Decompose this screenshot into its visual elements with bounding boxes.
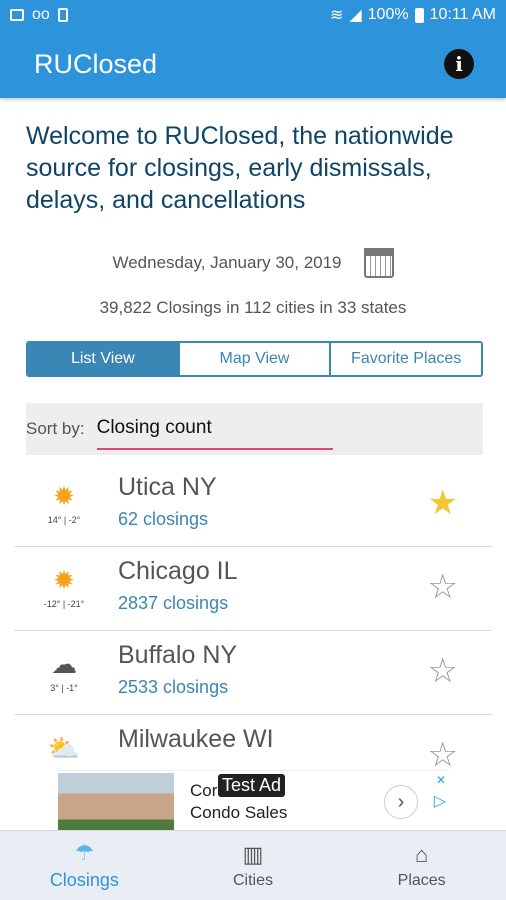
bottom-nav: ☂ Closings ▥ Cities ⌂ Places (0, 830, 506, 900)
closing-count: 2837 closings (118, 593, 229, 613)
status-right: ≋ ◢ 100% 10:11 AM (330, 5, 496, 25)
signal-icon: ◢ (349, 7, 362, 24)
closings-summary: 39,822 Closings in 112 cities in 33 stat… (99, 298, 407, 317)
info-icon[interactable]: i (444, 49, 474, 79)
sd-card-icon (57, 8, 68, 22)
battery-icon (414, 7, 424, 23)
closing-count: 2533 closings (118, 677, 229, 697)
nav-closings[interactable]: ☂ Closings (0, 831, 169, 900)
nav-label: Cities (233, 871, 274, 889)
partly-cloudy-icon: ⛅ (47, 733, 81, 763)
city-name: Utica NY (118, 473, 217, 501)
city-row[interactable]: ✹ -12° | -21° Chicago IL 2837 closings ☆ (14, 547, 492, 631)
sun-icon: ✹ (53, 565, 75, 595)
app-title: RUClosed (34, 48, 158, 79)
city-row[interactable]: ✹ 14° | -2° Utica NY 62 closings ★ (14, 463, 492, 547)
calendar-icon[interactable] (363, 248, 394, 278)
voicemail-icon: ᴏᴏ (32, 6, 50, 23)
ad-subline: Condo Sales (190, 803, 288, 822)
nav-label: Places (397, 871, 446, 889)
weather-block: ⛅ (34, 733, 94, 770)
temperature: 3° | -1° (50, 683, 78, 693)
closing-count: 62 closings (118, 509, 209, 529)
city-name: Buffalo NY (118, 641, 238, 669)
snow-icon: ☁ (51, 649, 77, 679)
welcome-text: Welcome to RUClosed, the nationwide sour… (26, 122, 454, 214)
sort-label: Sort by: (26, 419, 85, 438)
places-icon: ⌂ (415, 841, 429, 867)
temperature: -12° | -21° (43, 599, 85, 609)
ad-image (58, 773, 174, 831)
date-row: Wednesday, January 30, 2019 (0, 248, 506, 278)
ad-banner[interactable]: Cor Test Ad Condo Sales › ✕ ▷ (58, 770, 450, 831)
favorite-star-icon[interactable]: ☆ (428, 737, 458, 770)
city-name: Milwaukee WI (118, 725, 274, 753)
app-bar: RUClosed i (0, 30, 506, 98)
tab-favorite-places[interactable]: Favorite Places (331, 343, 481, 375)
city-row[interactable]: ⛅ Milwaukee WI ☆ (14, 715, 492, 770)
ad-headline: Cor (190, 781, 218, 800)
current-date: Wednesday, January 30, 2019 (112, 253, 342, 272)
city-list: ✹ 14° | -2° Utica NY 62 closings ★ ✹ -12… (14, 463, 492, 770)
temperature: 14° | -2° (47, 515, 81, 525)
favorite-star-icon[interactable]: ★ (428, 485, 458, 521)
status-left: ᴏᴏ (10, 6, 68, 24)
sun-icon: ✹ (53, 481, 75, 511)
image-icon (10, 9, 24, 21)
status-bar: ᴏᴏ ≋ ◢ 100% 10:11 AM (0, 0, 506, 30)
sort-select[interactable]: Closing count (96, 408, 333, 450)
wifi-icon: ≋ (329, 7, 344, 24)
battery-percent: 100% (367, 6, 409, 23)
favorite-star-icon[interactable]: ☆ (428, 653, 458, 689)
city-name: Chicago IL (118, 557, 238, 585)
tab-list-view[interactable]: List View (28, 343, 180, 375)
nav-label: Closings (49, 870, 119, 890)
weather-block: ✹ 14° | -2° (34, 481, 94, 541)
cities-icon: ▥ (242, 841, 264, 867)
chevron-right-icon[interactable]: › (384, 785, 418, 819)
city-row[interactable]: ☁ 3° | -1° Buffalo NY 2533 closings ☆ (14, 631, 492, 715)
closings-icon: ☂ (74, 840, 95, 865)
tab-map-view[interactable]: Map View (179, 343, 332, 375)
nav-places[interactable]: ⌂ Places (337, 831, 506, 900)
sort-bar: Sort by: Closing count (26, 403, 483, 455)
adchoices-icon[interactable]: ✕ (436, 773, 446, 787)
clock: 10:11 AM (429, 6, 496, 23)
test-ad-badge: Test Ad (218, 774, 286, 797)
favorite-star-icon[interactable]: ☆ (428, 569, 458, 605)
ad-play-icon[interactable]: ▷ (434, 791, 446, 811)
weather-block: ✹ -12° | -21° (34, 565, 94, 625)
weather-block: ☁ 3° | -1° (34, 649, 94, 709)
nav-cities[interactable]: ▥ Cities (169, 831, 338, 900)
view-tabs: List View Map View Favorite Places (26, 341, 483, 377)
